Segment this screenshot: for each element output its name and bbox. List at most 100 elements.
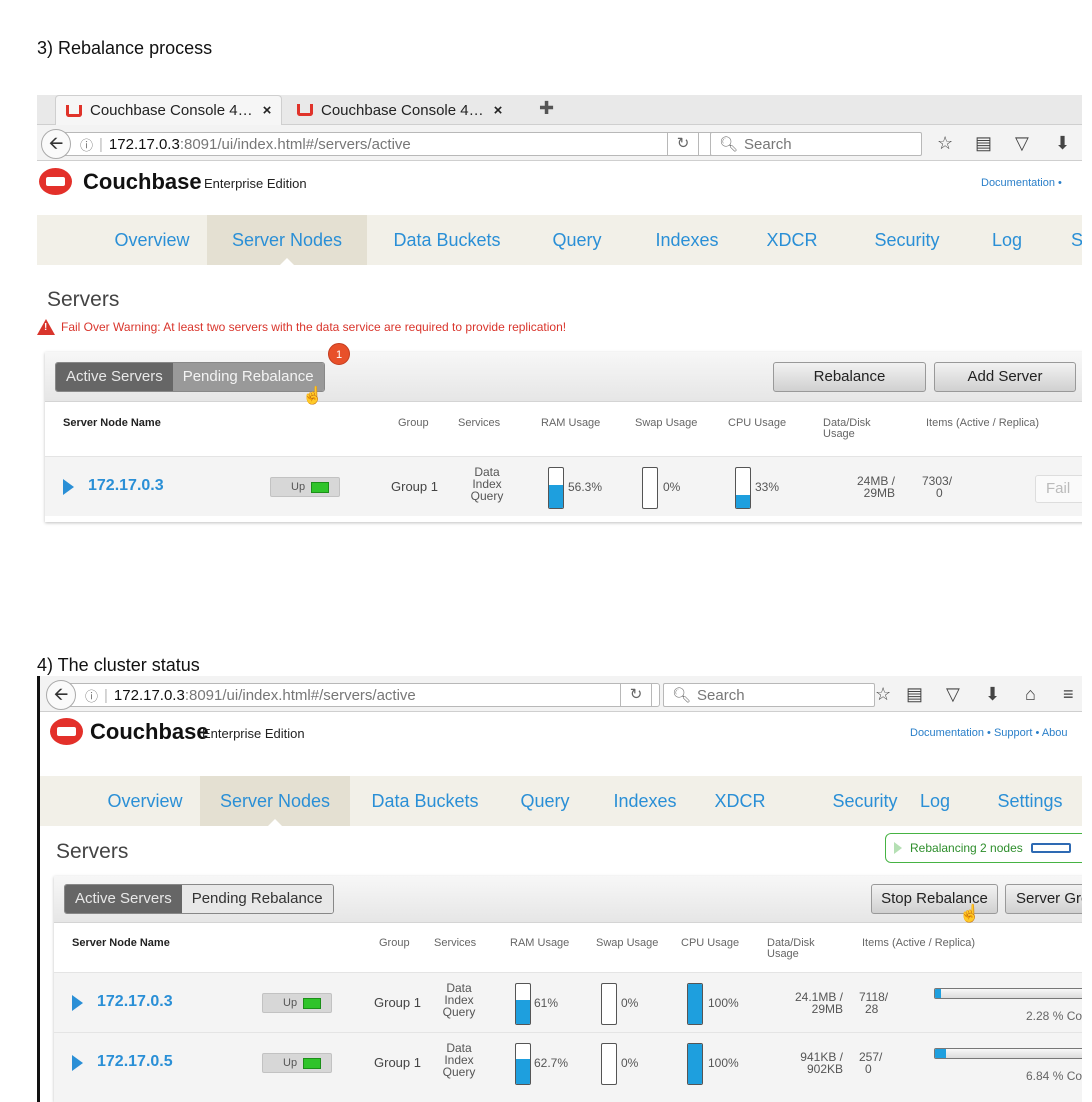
nav-data-buckets[interactable]: Data Buckets [365, 776, 485, 826]
servers-view-toggle: Active Servers Pending Rebalance [64, 884, 334, 914]
download-icon[interactable]: ⬇ [1055, 133, 1070, 154]
items-count: 7303/ 0 [922, 474, 953, 500]
url-path: :8091/ui/index.html#/servers/active [179, 135, 411, 153]
items-count: 257/ 0 [859, 1050, 883, 1076]
nav-xdcr[interactable]: XDCR [757, 215, 827, 265]
fail-over-button[interactable]: Fail [1035, 475, 1082, 503]
server-groups-button[interactable]: Server Gro [1005, 884, 1082, 914]
tab-title: Couchbase Console 4… [90, 102, 253, 119]
nav-security[interactable]: Security [820, 776, 910, 826]
col-swap-usage: Swap Usage [596, 937, 659, 949]
header-links[interactable]: Documentation • Support • Abou [910, 727, 1068, 739]
bookmark-star-icon[interactable]: ☆ [937, 133, 953, 154]
table-row[interactable]: 172.17.0.3 Up Group 1 Data Index Query 6… [54, 972, 1082, 1032]
col-cpu-usage: CPU Usage [681, 937, 740, 949]
page-title: Servers [47, 288, 120, 311]
ram-meter [515, 1043, 531, 1085]
back-button[interactable]: 🡨 [41, 129, 71, 159]
close-tab-icon[interactable]: × [494, 102, 503, 119]
tab-active-servers[interactable]: Active Servers [65, 885, 182, 913]
reload-icon[interactable]: ↻ [620, 683, 652, 707]
table-row[interactable]: 172.17.0.3 Up Group 1 Data Index Query 5… [45, 456, 1082, 516]
url-bar[interactable]: ⓘ | 172.17.0.3:8091/ui/index.html#/serve… [65, 132, 715, 156]
col-data-disk-usage: Usage [767, 948, 799, 960]
cpu-meter [687, 983, 703, 1025]
nav-settings[interactable]: Settings [985, 776, 1075, 826]
server-hostname[interactable]: 172.17.0.3 [97, 993, 173, 1011]
data-disk-usage: 24.1MB / 29MB [794, 990, 843, 1016]
reading-list-icon[interactable]: ▤ [975, 133, 992, 154]
menu-icon[interactable]: ≡ [1063, 684, 1074, 705]
tab-active-servers[interactable]: Active Servers [56, 363, 173, 391]
url-host: 172.17.0.3 [113, 686, 185, 704]
nav-server-nodes[interactable]: Server Nodes [207, 215, 367, 265]
col-swap-usage: Swap Usage [635, 417, 698, 429]
pocket-icon[interactable]: ▽ [1015, 133, 1029, 154]
brand-name: Couchbase [90, 719, 209, 744]
reload-icon[interactable]: ↻ [667, 132, 699, 156]
info-icon[interactable]: ⓘ [80, 135, 93, 154]
back-button[interactable]: 🡨 [46, 680, 76, 710]
page-title: Servers [56, 840, 129, 863]
add-server-button[interactable]: Add Server [934, 362, 1076, 392]
panel-toolbar: Active Servers Pending Rebalance Stop Re… [54, 876, 1082, 923]
warning-icon: ! [37, 319, 55, 335]
data-disk-usage: 941KB / 902KB [800, 1050, 843, 1076]
screenshot-rebalance-process: Couchbase Console 4… × Couchbase Console… [37, 95, 1082, 530]
server-hostname[interactable]: 172.17.0.3 [88, 477, 164, 495]
nav-log[interactable]: Log [982, 215, 1032, 265]
browser-tab-2[interactable]: Couchbase Console 4… × [287, 95, 512, 125]
header-links[interactable]: Documentation • [981, 177, 1062, 189]
services-list: Data Index Query [442, 981, 476, 1019]
expand-row-icon[interactable] [63, 479, 74, 495]
nav-query[interactable]: Query [537, 215, 617, 265]
ram-usage-value: 62.7% [534, 1056, 569, 1070]
nav-indexes[interactable]: Indexes [605, 776, 685, 826]
nav-log[interactable]: Log [910, 776, 960, 826]
rebalance-progress-bar [934, 1048, 1082, 1059]
browser-tabstrip: Couchbase Console 4… × Couchbase Console… [37, 95, 1082, 125]
bookmark-star-icon[interactable]: ☆ [875, 684, 891, 705]
server-hostname[interactable]: 172.17.0.5 [97, 1053, 173, 1071]
step4-caption: 4) The cluster status [37, 655, 200, 675]
info-icon[interactable]: ⓘ [85, 686, 98, 705]
ram-meter [515, 983, 531, 1025]
close-tab-icon[interactable]: × [263, 102, 272, 119]
nav-data-buckets[interactable]: Data Buckets [387, 215, 507, 265]
failover-warning: ! Fail Over Warning: At least two server… [37, 319, 566, 335]
panel-toolbar: Active Servers Pending Rebalance Rebalan… [45, 352, 1082, 402]
new-tab-icon[interactable]: ✚ [539, 98, 554, 119]
tab-title: Couchbase Console 4… [321, 101, 484, 119]
expand-row-icon[interactable] [72, 995, 83, 1011]
url-bar[interactable]: ⓘ | 172.17.0.3:8091/ui/index.html#/serve… [70, 683, 660, 707]
home-icon[interactable]: ⌂ [1025, 684, 1036, 705]
search-input[interactable]: 🔍︎ Search [710, 132, 922, 156]
rebalance-progress-label: 6.84 % Co [1026, 1069, 1082, 1083]
nav-xdcr[interactable]: XDCR [705, 776, 775, 826]
nav-overview[interactable]: Overview [97, 215, 207, 265]
tab-pending-rebalance[interactable]: Pending Rebalance [172, 363, 324, 391]
edition-label: Enterprise Edition [204, 176, 307, 191]
nav-query[interactable]: Query [505, 776, 585, 826]
pocket-icon[interactable]: ▽ [946, 684, 960, 705]
nav-server-nodes[interactable]: Server Nodes [200, 776, 350, 826]
status-led-icon [303, 1058, 321, 1069]
download-icon[interactable]: ⬇ [985, 684, 1000, 705]
ram-usage-value: 56.3% [568, 480, 603, 494]
swap-meter [601, 983, 617, 1025]
col-ram-usage: RAM Usage [541, 417, 601, 429]
nav-settings[interactable]: S [1067, 215, 1082, 265]
nav-overview[interactable]: Overview [90, 776, 200, 826]
tab-pending-rebalance[interactable]: Pending Rebalance [181, 885, 333, 913]
reading-list-icon[interactable]: ▤ [906, 684, 923, 705]
services-list: Data Index Query [470, 465, 504, 503]
browser-tab-1[interactable]: Couchbase Console 4… × [55, 95, 283, 125]
nav-security[interactable]: Security [862, 215, 952, 265]
servers-view-toggle: Active Servers Pending Rebalance [55, 362, 325, 392]
expand-row-icon[interactable] [72, 1055, 83, 1071]
rebalance-button[interactable]: Rebalance [773, 362, 926, 392]
rebalance-progress-label: 2.28 % Co [1026, 1009, 1082, 1023]
table-row[interactable]: 172.17.0.5 Up Group 1 Data Index Query 6… [54, 1032, 1082, 1102]
nav-indexes[interactable]: Indexes [642, 215, 732, 265]
search-input[interactable]: 🔍︎ Search [663, 683, 875, 707]
